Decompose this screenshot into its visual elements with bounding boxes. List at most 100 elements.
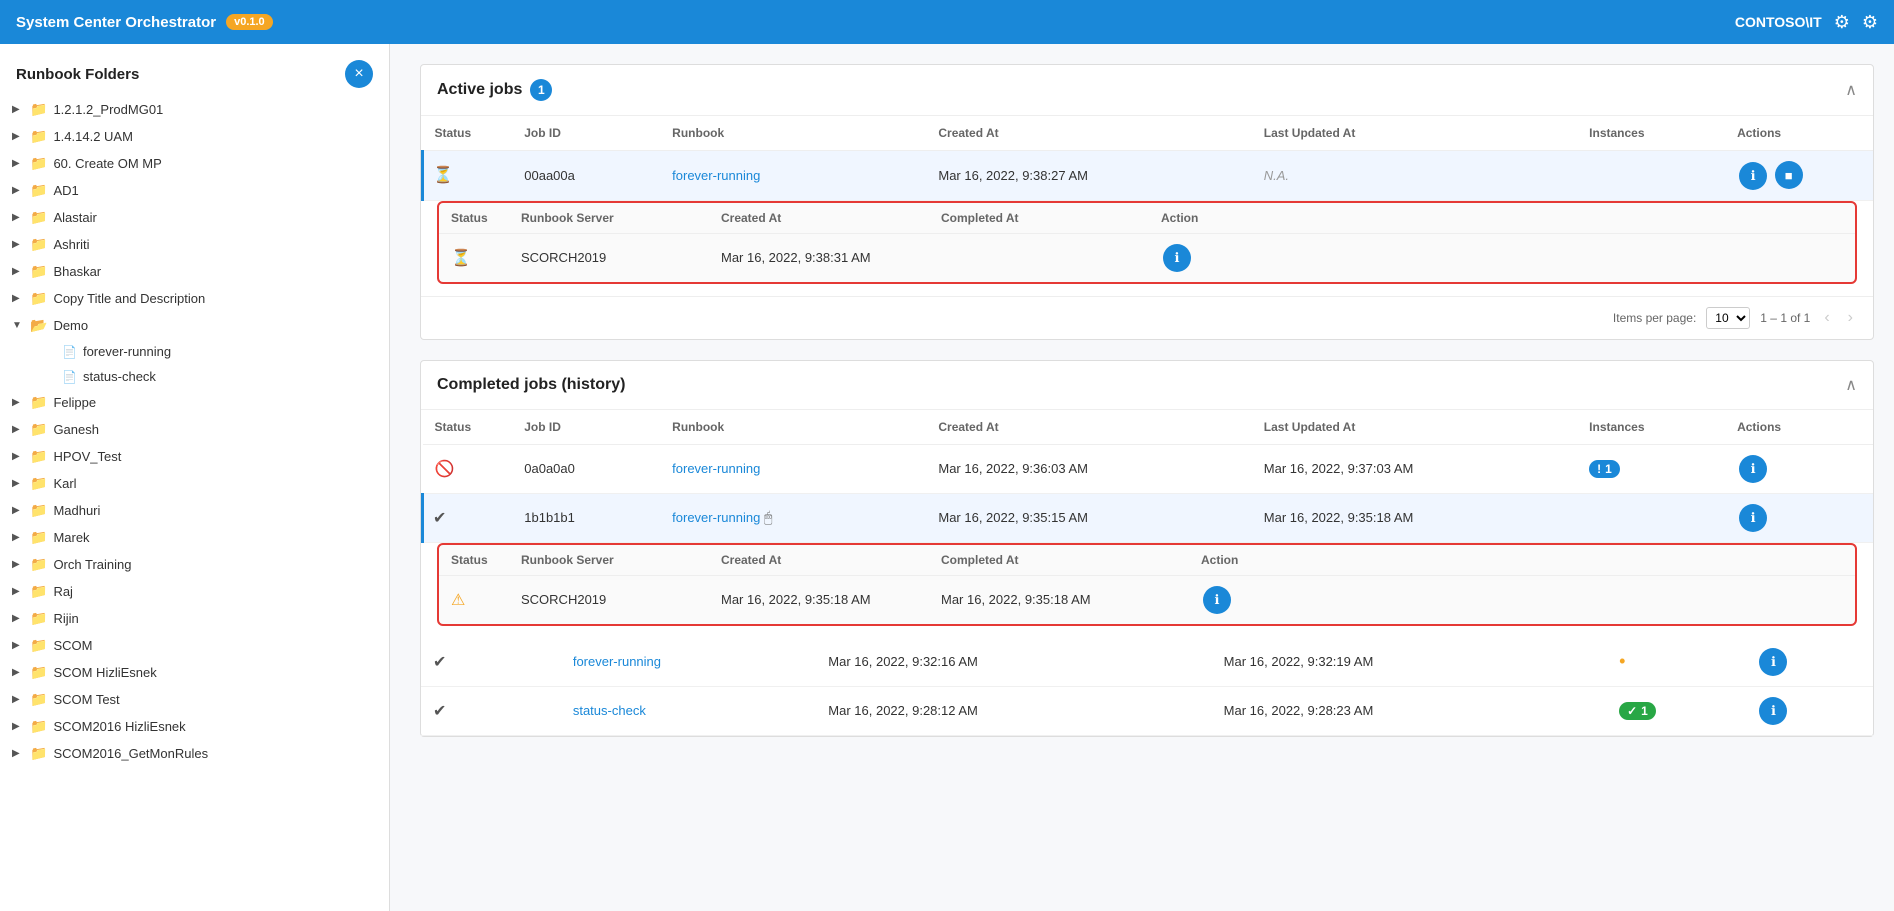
job-stop-button[interactable]: ■	[1775, 161, 1803, 189]
runbook-link[interactable]: forever-running	[672, 168, 760, 183]
runbook-link[interactable]: forever-running	[672, 461, 760, 476]
chevron-right-icon: ▶	[12, 266, 26, 277]
job-info-button[interactable]: ℹ	[1759, 697, 1787, 725]
completed-jobs-collapse-button[interactable]: ∧	[1845, 375, 1857, 395]
sidebar-item-alastair[interactable]: ▶ 📁 Alastair	[0, 204, 389, 231]
user-settings-icon[interactable]: ⚙	[1862, 12, 1878, 33]
sidebar-item-madhuri[interactable]: ▶ 📁 Madhuri	[0, 497, 389, 524]
folder-icon: 📁	[30, 209, 47, 226]
sidebar-item-label: Bhaskar	[53, 264, 101, 279]
sidebar-item-ashriti[interactable]: ▶ 📁 Ashriti	[0, 231, 389, 258]
sidebar-item-marek[interactable]: ▶ 📁 Marek	[0, 524, 389, 551]
sidebar: Runbook Folders × ▶ 📁 1.2.1.2_ProdMG01 ▶…	[0, 44, 390, 911]
sidebar-item-orch-training[interactable]: ▶ 📁 Orch Training	[0, 551, 389, 578]
cell-created: Mar 16, 2022, 9:36:03 AM	[926, 444, 1251, 493]
sub-cell-server: SCORCH2019	[509, 233, 709, 282]
sidebar-item-raj[interactable]: ▶ 📁 Raj	[0, 578, 389, 605]
cell-status: ✔	[421, 638, 506, 687]
completed-jobs-section: Completed jobs (history) ∧ Status Job ID…	[420, 360, 1874, 737]
folder-icon: 📁	[30, 236, 47, 253]
sidebar-item-demo[interactable]: ▼ 📂 Demo	[0, 312, 389, 339]
cell-runbook: forever-running	[561, 638, 816, 687]
sidebar-item-60[interactable]: ▶ 📁 60. Create OM MP	[0, 150, 389, 177]
chevron-right-icon: ▶	[12, 667, 26, 678]
sidebar-item-1212[interactable]: ▶ 📁 1.2.1.2_ProdMG01	[0, 96, 389, 123]
sidebar-item-forever-running[interactable]: 📄 forever-running	[0, 339, 389, 364]
sidebar-item-scom-test[interactable]: ▶ 📁 SCOM Test	[0, 686, 389, 713]
sidebar-item-felippe[interactable]: ▶ 📁 Felippe	[0, 389, 389, 416]
folder-icon: 📁	[30, 394, 47, 411]
sidebar-item-label: Rijin	[53, 611, 78, 626]
runbook-link[interactable]: status-check	[573, 703, 646, 718]
warning-icon: ⚠	[451, 592, 465, 609]
sidebar-item-label: Felippe	[53, 395, 96, 410]
col-updated: Last Updated At	[1252, 116, 1577, 151]
settings-icon[interactable]: ⚙	[1834, 12, 1850, 33]
sidebar-item-ad1[interactable]: ▶ 📁 AD1	[0, 177, 389, 204]
content-area: Active jobs 1 ∧ Status Job ID Runbook Cr…	[390, 44, 1894, 911]
sidebar-item-14142[interactable]: ▶ 📁 1.4.14.2 UAM	[0, 123, 389, 150]
sidebar-item-scom2016-hizliesnek[interactable]: ▶ 📁 SCOM2016 HizliEsnek	[0, 713, 389, 740]
sidebar-item-label: 1.4.14.2 UAM	[53, 129, 133, 144]
cell-created: Mar 16, 2022, 9:28:12 AM	[816, 686, 1211, 735]
sub-cell-action: ℹ	[1189, 575, 1855, 624]
sidebar-item-scom2016-getmonrules[interactable]: ▶ 📁 SCOM2016_GetMonRules	[0, 740, 389, 767]
sidebar-item-bhaskar[interactable]: ▶ 📁 Bhaskar	[0, 258, 389, 285]
chevron-right-icon: ▶	[12, 640, 26, 651]
cell-updated: Mar 16, 2022, 9:32:19 AM	[1212, 638, 1607, 687]
cell-actions: ℹ	[1745, 638, 1873, 687]
sub-cell-action: ℹ	[1149, 233, 1855, 282]
cell-instances: •	[1607, 638, 1745, 687]
table-row: ✔ forever-running Mar 16, 2022, 9:32:16 …	[421, 638, 1873, 687]
col-jobid: Job ID	[512, 410, 660, 445]
next-page-button[interactable]: ›	[1844, 309, 1857, 327]
sidebar-item-label: HPOV_Test	[53, 449, 121, 464]
active-jobs-collapse-button[interactable]: ∧	[1845, 80, 1857, 100]
job-info-button[interactable]: ℹ	[1739, 455, 1767, 483]
runbook-link[interactable]: forever-running	[573, 654, 661, 669]
sidebar-item-scom[interactable]: ▶ 📁 SCOM	[0, 632, 389, 659]
folder-icon: 📁	[30, 182, 47, 199]
folder-icon: 📁	[30, 583, 47, 600]
sidebar-item-rijin[interactable]: ▶ 📁 Rijin	[0, 605, 389, 632]
sidebar-header: Runbook Folders ×	[0, 44, 389, 96]
cell-created: Mar 16, 2022, 9:38:27 AM	[926, 151, 1251, 201]
job-info-button[interactable]: ℹ	[1739, 504, 1767, 532]
sidebar-item-ganesh[interactable]: ▶ 📁 Ganesh	[0, 416, 389, 443]
job-info-button[interactable]: ℹ	[1759, 648, 1787, 676]
col-actions: Actions	[1725, 116, 1873, 151]
sidebar-item-karl[interactable]: ▶ 📁 Karl	[0, 470, 389, 497]
subrow-info-button[interactable]: ℹ	[1203, 586, 1231, 614]
sidebar-item-label: AD1	[53, 183, 78, 198]
cell-updated: Mar 16, 2022, 9:35:18 AM	[1252, 493, 1577, 542]
cell-instances	[1577, 493, 1725, 542]
sidebar-item-label: Orch Training	[53, 557, 131, 572]
check-icon: ✔	[433, 703, 446, 720]
sub-col-server: Runbook Server	[509, 545, 709, 576]
cell-actions: ℹ	[1725, 493, 1873, 542]
folder-icon: 📁	[30, 637, 47, 654]
chevron-right-icon: ▶	[12, 212, 26, 223]
sidebar-item-label: SCOM2016_GetMonRules	[53, 746, 208, 761]
sidebar-item-hpov[interactable]: ▶ 📁 HPOV_Test	[0, 443, 389, 470]
sidebar-close-button[interactable]: ×	[345, 60, 373, 88]
completed-job-subtable: Status Runbook Server Created At Complet…	[439, 545, 1855, 624]
cell-actions: ℹ ■	[1725, 151, 1873, 201]
chevron-right-icon: ▶	[12, 104, 26, 115]
sidebar-item-status-check[interactable]: 📄 status-check	[0, 364, 389, 389]
sidebar-item-label: SCOM2016 HizliEsnek	[53, 719, 185, 734]
col-jobid: Job ID	[512, 116, 660, 151]
sidebar-item-label: Marek	[53, 530, 89, 545]
subrow-info-button[interactable]: ℹ	[1163, 244, 1191, 272]
sidebar-item-scom-hizliesnek[interactable]: ▶ 📁 SCOM HizliEsnek	[0, 659, 389, 686]
chevron-right-icon: ▶	[12, 131, 26, 142]
folder-icon: 📁	[30, 502, 47, 519]
runbook-link[interactable]: forever-running	[672, 510, 760, 525]
hourglass-icon: ⏳	[451, 250, 471, 267]
prev-page-button[interactable]: ‹	[1820, 309, 1833, 327]
items-per-page-select[interactable]: 10 25 50	[1706, 307, 1750, 329]
file-icon: 📄	[62, 345, 77, 359]
sidebar-item-copy-title[interactable]: ▶ 📁 Copy Title and Description	[0, 285, 389, 312]
job-info-button[interactable]: ℹ	[1739, 162, 1767, 190]
col-instances: Instances	[1577, 116, 1725, 151]
